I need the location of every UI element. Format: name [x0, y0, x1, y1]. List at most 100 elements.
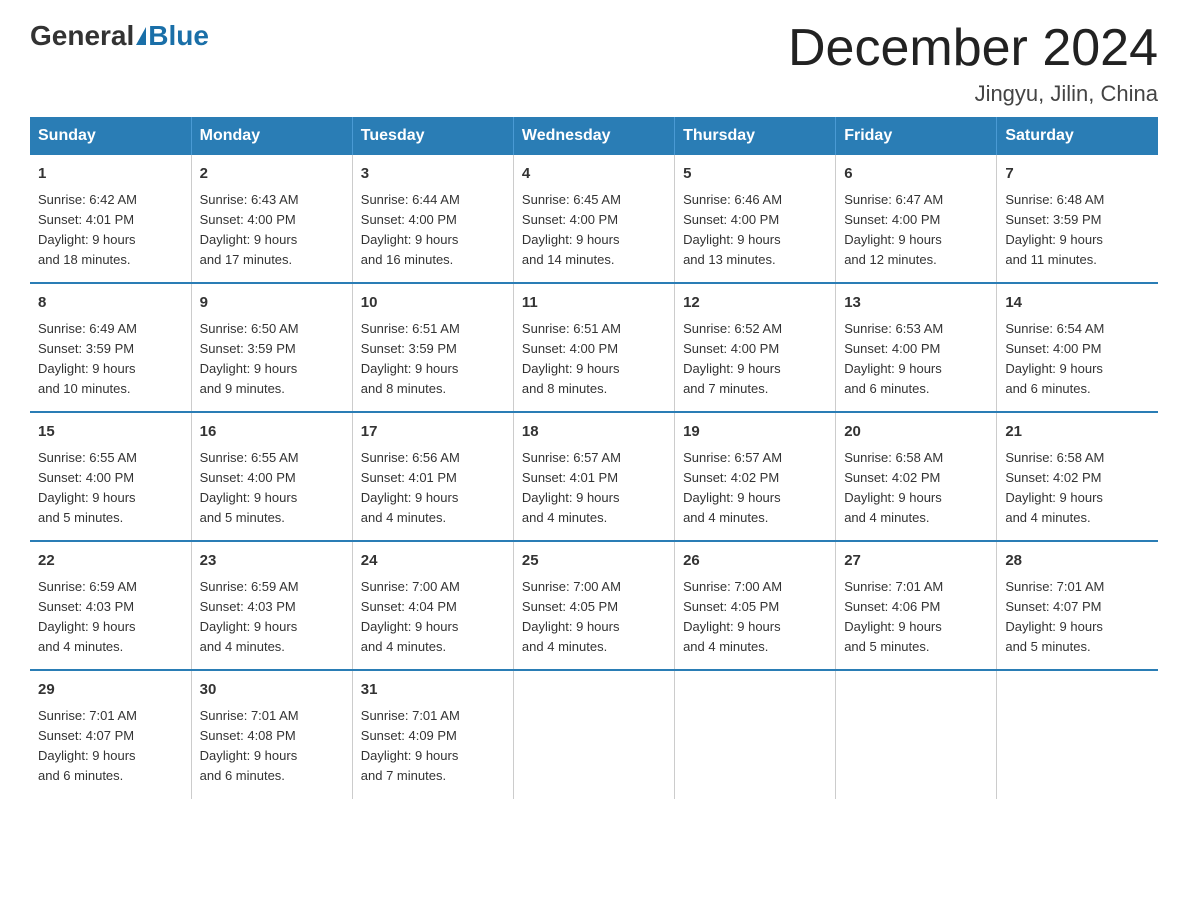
day-info: Sunrise: 7:01 AMSunset: 4:09 PMDaylight:… [361, 708, 460, 783]
col-wednesday: Wednesday [513, 117, 674, 155]
day-number: 20 [844, 421, 988, 444]
table-row: 25 Sunrise: 7:00 AMSunset: 4:05 PMDayligh… [513, 541, 674, 670]
table-row: 9Sunrise: 6:50 AMSunset: 3:59 PMDaylight… [191, 283, 352, 412]
day-info: Sunrise: 6:46 AMSunset: 4:00 PMDaylight:… [683, 192, 782, 267]
table-row: 16Sunrise: 6:55 AMSunset: 4:00 PMDayligh… [191, 412, 352, 541]
table-row: 13 Sunrise: 6:53 AMSunset: 4:00 PMDayligh… [836, 283, 997, 412]
calendar-week-row: 8 Sunrise: 6:49 AMSunset: 3:59 PMDaylight… [30, 283, 1158, 412]
day-number: 29 [38, 679, 183, 702]
day-number: 31 [361, 679, 505, 702]
table-row [513, 670, 674, 798]
day-number: 3 [361, 163, 505, 186]
calendar-week-row: 15 Sunrise: 6:55 AMSunset: 4:00 PMDayligh… [30, 412, 1158, 541]
day-number: 21 [1005, 421, 1150, 444]
day-number: 1 [38, 163, 183, 186]
day-info: Sunrise: 6:47 AMSunset: 4:00 PMDaylight:… [844, 192, 943, 267]
day-number: 2 [200, 163, 344, 186]
table-row [997, 670, 1158, 798]
day-info: Sunrise: 6:52 AMSunset: 4:00 PMDaylight:… [683, 321, 782, 396]
table-row: 7 Sunrise: 6:48 AMSunset: 3:59 PMDaylight… [997, 155, 1158, 283]
table-row: 11 Sunrise: 6:51 AMSunset: 4:00 PMDayligh… [513, 283, 674, 412]
day-info: Sunrise: 6:55 AMSunset: 4:00 PMDaylight:… [200, 450, 299, 525]
calendar-table: Sunday Monday Tuesday Wednesday Thursday… [30, 117, 1158, 798]
table-row: 28Sunrise: 7:01 AMSunset: 4:07 PMDayligh… [997, 541, 1158, 670]
logo: General Blue [30, 20, 209, 52]
table-row: 8 Sunrise: 6:49 AMSunset: 3:59 PMDaylight… [30, 283, 191, 412]
logo-triangle-icon [136, 27, 146, 45]
day-number: 23 [200, 550, 344, 573]
day-info: Sunrise: 6:42 AMSunset: 4:01 PMDaylight:… [38, 192, 137, 267]
table-row: 18 Sunrise: 6:57 AMSunset: 4:01 PMDayligh… [513, 412, 674, 541]
table-row: 27 Sunrise: 7:01 AMSunset: 4:06 PMDayligh… [836, 541, 997, 670]
day-number: 18 [522, 421, 666, 444]
day-number: 22 [38, 550, 183, 573]
table-row: 30Sunrise: 7:01 AMSunset: 4:08 PMDayligh… [191, 670, 352, 798]
table-row: 24 Sunrise: 7:00 AMSunset: 4:04 PMDayligh… [352, 541, 513, 670]
day-info: Sunrise: 6:49 AMSunset: 3:59 PMDaylight:… [38, 321, 137, 396]
day-info: Sunrise: 6:57 AMSunset: 4:01 PMDaylight:… [522, 450, 621, 525]
col-saturday: Saturday [997, 117, 1158, 155]
day-info: Sunrise: 6:53 AMSunset: 4:00 PMDaylight:… [844, 321, 943, 396]
day-number: 5 [683, 163, 827, 186]
day-info: Sunrise: 6:50 AMSunset: 3:59 PMDaylight:… [200, 321, 299, 396]
table-row: 6 Sunrise: 6:47 AMSunset: 4:00 PMDaylight… [836, 155, 997, 283]
table-row: 15 Sunrise: 6:55 AMSunset: 4:00 PMDayligh… [30, 412, 191, 541]
table-row: 1 Sunrise: 6:42 AMSunset: 4:01 PMDaylight… [30, 155, 191, 283]
day-number: 7 [1005, 163, 1150, 186]
day-number: 25 [522, 550, 666, 573]
table-row: 17 Sunrise: 6:56 AMSunset: 4:01 PMDayligh… [352, 412, 513, 541]
day-number: 12 [683, 292, 827, 315]
table-row: 12 Sunrise: 6:52 AMSunset: 4:00 PMDayligh… [675, 283, 836, 412]
table-row: 2Sunrise: 6:43 AMSunset: 4:00 PMDaylight… [191, 155, 352, 283]
table-row: 19 Sunrise: 6:57 AMSunset: 4:02 PMDayligh… [675, 412, 836, 541]
day-number: 11 [522, 292, 666, 315]
day-number: 24 [361, 550, 505, 573]
calendar-title: December 2024 [788, 20, 1158, 77]
col-monday: Monday [191, 117, 352, 155]
table-row [836, 670, 997, 798]
calendar-week-row: 22 Sunrise: 6:59 AMSunset: 4:03 PMDayligh… [30, 541, 1158, 670]
day-number: 4 [522, 163, 666, 186]
day-number: 13 [844, 292, 988, 315]
table-row: 26Sunrise: 7:00 AMSunset: 4:05 PMDayligh… [675, 541, 836, 670]
day-number: 15 [38, 421, 183, 444]
day-info: Sunrise: 6:58 AMSunset: 4:02 PMDaylight:… [1005, 450, 1104, 525]
logo-blue-text: Blue [148, 20, 209, 52]
calendar-week-row: 29 Sunrise: 7:01 AMSunset: 4:07 PMDayligh… [30, 670, 1158, 798]
day-info: Sunrise: 6:44 AMSunset: 4:00 PMDaylight:… [361, 192, 460, 267]
day-number: 6 [844, 163, 988, 186]
table-row: 23Sunrise: 6:59 AMSunset: 4:03 PMDayligh… [191, 541, 352, 670]
day-info: Sunrise: 6:57 AMSunset: 4:02 PMDaylight:… [683, 450, 782, 525]
day-info: Sunrise: 7:00 AMSunset: 4:04 PMDaylight:… [361, 579, 460, 654]
day-number: 10 [361, 292, 505, 315]
calendar-subtitle: Jingyu, Jilin, China [788, 81, 1158, 107]
day-info: Sunrise: 6:55 AMSunset: 4:00 PMDaylight:… [38, 450, 137, 525]
table-row: 31 Sunrise: 7:01 AMSunset: 4:09 PMDayligh… [352, 670, 513, 798]
day-info: Sunrise: 7:00 AMSunset: 4:05 PMDaylight:… [522, 579, 621, 654]
day-info: Sunrise: 6:45 AMSunset: 4:00 PMDaylight:… [522, 192, 621, 267]
col-friday: Friday [836, 117, 997, 155]
day-info: Sunrise: 6:59 AMSunset: 4:03 PMDaylight:… [38, 579, 137, 654]
table-row: 21 Sunrise: 6:58 AMSunset: 4:02 PMDayligh… [997, 412, 1158, 541]
day-number: 17 [361, 421, 505, 444]
table-row: 20 Sunrise: 6:58 AMSunset: 4:02 PMDayligh… [836, 412, 997, 541]
day-info: Sunrise: 6:54 AMSunset: 4:00 PMDaylight:… [1005, 321, 1104, 396]
day-info: Sunrise: 7:01 AMSunset: 4:06 PMDaylight:… [844, 579, 943, 654]
day-info: Sunrise: 7:01 AMSunset: 4:07 PMDaylight:… [38, 708, 137, 783]
day-info: Sunrise: 6:51 AMSunset: 4:00 PMDaylight:… [522, 321, 621, 396]
day-info: Sunrise: 6:48 AMSunset: 3:59 PMDaylight:… [1005, 192, 1104, 267]
day-info: Sunrise: 7:00 AMSunset: 4:05 PMDaylight:… [683, 579, 782, 654]
col-sunday: Sunday [30, 117, 191, 155]
table-row [675, 670, 836, 798]
day-info: Sunrise: 6:56 AMSunset: 4:01 PMDaylight:… [361, 450, 460, 525]
day-number: 8 [38, 292, 183, 315]
title-block: December 2024 Jingyu, Jilin, China [788, 20, 1158, 107]
day-number: 19 [683, 421, 827, 444]
day-number: 27 [844, 550, 988, 573]
day-number: 14 [1005, 292, 1150, 315]
page-header: General Blue December 2024 Jingyu, Jilin… [30, 20, 1158, 107]
table-row: 22 Sunrise: 6:59 AMSunset: 4:03 PMDayligh… [30, 541, 191, 670]
day-info: Sunrise: 6:58 AMSunset: 4:02 PMDaylight:… [844, 450, 943, 525]
col-tuesday: Tuesday [352, 117, 513, 155]
day-info: Sunrise: 6:51 AMSunset: 3:59 PMDaylight:… [361, 321, 460, 396]
